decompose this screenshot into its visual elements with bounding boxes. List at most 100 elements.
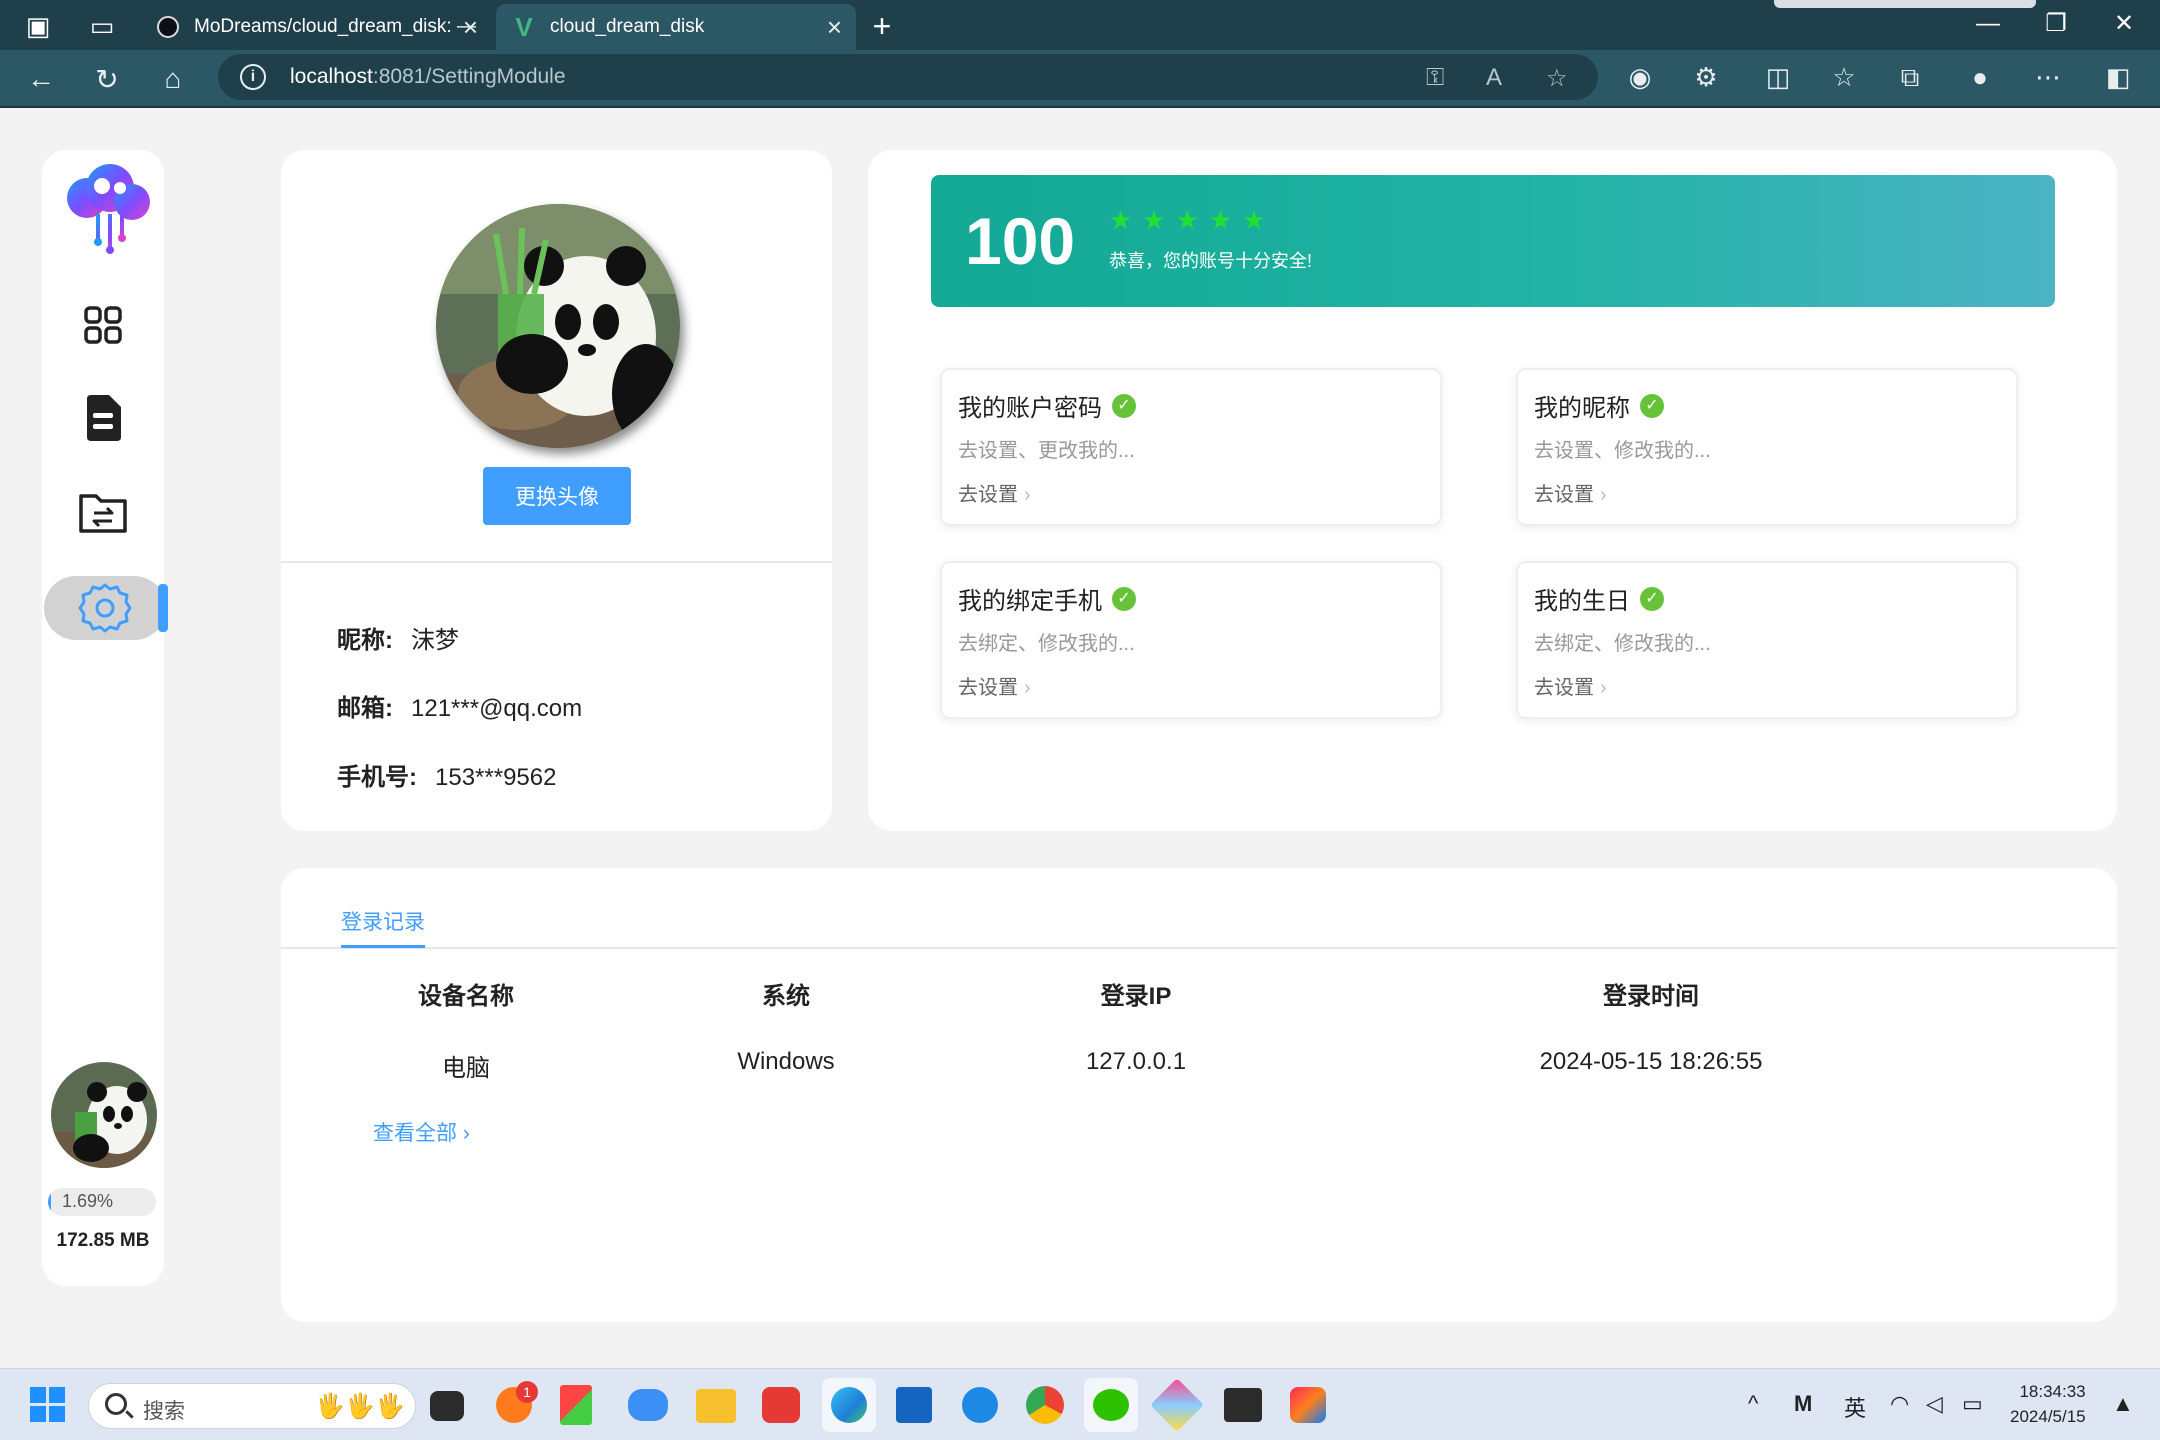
nickname-setting-card[interactable]: 我的昵称 ✓ 去设置、修改我的... 去设置 › xyxy=(1516,368,2018,526)
file-explorer-icon[interactable] xyxy=(696,1389,736,1423)
grid-icon xyxy=(84,306,122,344)
favorite-star-icon[interactable]: ☆ xyxy=(1546,64,1568,93)
workspaces-icon[interactable]: ▣ xyxy=(18,6,58,46)
chevron-up-icon[interactable]: ^ xyxy=(1748,1391,1758,1417)
security-score: 100 xyxy=(965,204,1076,278)
taskbar-search[interactable]: 搜索 🖐🖐🖐 xyxy=(88,1383,416,1429)
close-window-icon[interactable]: ✕ xyxy=(2094,4,2154,44)
go-setting-link[interactable]: 去设置 › xyxy=(958,671,1031,700)
cell-time: 2024-05-15 18:26:55 xyxy=(1539,1048,1763,1075)
profile-icon[interactable]: ● xyxy=(1962,62,1998,93)
new-tab-icon[interactable]: + xyxy=(862,6,902,46)
profile-card: 更换头像 昵称: 沫梦 邮箱: 121***@qq.com 手机号: 153***95… xyxy=(281,150,832,831)
phone-row: 手机号: 153***9562 xyxy=(337,757,556,792)
sourcetree-icon[interactable] xyxy=(1150,1378,1204,1432)
item-description: 去绑定、修改我的... xyxy=(958,633,1135,655)
terminal-icon[interactable] xyxy=(1224,1388,1262,1422)
go-setting-link[interactable]: 去设置 › xyxy=(1534,671,1607,700)
sidebar-item-settings[interactable] xyxy=(44,576,168,640)
intellij-icon[interactable] xyxy=(1290,1387,1326,1423)
url-text: localhost:8081/SettingModule xyxy=(290,65,566,88)
windows-start-icon[interactable] xyxy=(30,1387,66,1423)
store-bag-icon[interactable] xyxy=(896,1387,932,1423)
user-avatar[interactable] xyxy=(51,1062,157,1168)
go-setting-link[interactable]: 去设置 › xyxy=(1534,478,1607,507)
sidebar-item-dashboard[interactable] xyxy=(42,290,164,360)
phone-setting-card[interactable]: 我的绑定手机 ✓ 去绑定、修改我的... 去设置 › xyxy=(940,561,1442,719)
storage-usage-percent: 1.69% xyxy=(62,1191,114,1211)
header-ip: 登录IP xyxy=(1100,983,1172,1010)
phone-label: 手机号: xyxy=(337,764,417,791)
header-time: 登录时间 xyxy=(1603,983,1699,1010)
minimize-icon[interactable]: — xyxy=(1958,4,2018,44)
chevron-right-icon: › xyxy=(1024,677,1031,699)
favorites-icon[interactable]: ☆ xyxy=(1826,62,1862,93)
tab-actions-icon[interactable]: ▭ xyxy=(82,6,122,46)
url-field[interactable]: i localhost:8081/SettingModule ⚿ A ☆ xyxy=(218,54,1598,100)
copilot-icon[interactable]: ◉ xyxy=(1622,62,1658,93)
wifi-icon[interactable]: ◠ xyxy=(1890,1391,1909,1417)
cell-ip: 127.0.0.1 xyxy=(1085,1048,1187,1075)
microsoft-store-icon[interactable] xyxy=(560,1385,592,1425)
storage-usage-fill xyxy=(48,1188,51,1216)
ime-indicator[interactable]: 英 xyxy=(1844,1391,1866,1423)
phone-value: 153***9562 xyxy=(435,764,557,791)
header-system: 系统 xyxy=(762,983,810,1010)
home-icon[interactable]: ⌂ xyxy=(152,58,194,100)
tab-cloud-dream-disk[interactable]: V cloud_dream_disk × xyxy=(496,4,856,50)
chrome-icon[interactable] xyxy=(1026,1386,1064,1424)
collections-icon[interactable]: ⧉ xyxy=(1892,62,1928,94)
password-setting-card[interactable]: 我的账户密码 ✓ 去设置、更改我的... 去设置 › xyxy=(940,368,1442,526)
go-setting-link[interactable]: 去设置 › xyxy=(958,478,1031,507)
close-tab-icon[interactable]: × xyxy=(827,12,842,43)
edge-icon[interactable] xyxy=(822,1378,876,1432)
nickname-label: 昵称: xyxy=(337,627,393,654)
sidebar-item-documents[interactable] xyxy=(42,383,164,453)
key-icon[interactable]: ⚿ xyxy=(1426,64,1444,92)
vue-icon: V xyxy=(515,11,533,42)
login-records-card: 登录记录 设备名称 系统 登录IP 登录时间 电脑 Windows 127.0.… xyxy=(281,868,2117,1322)
back-icon[interactable]: ← xyxy=(20,58,62,100)
clock-time: 18:34:33 xyxy=(2019,1382,2086,1401)
split-screen-icon[interactable]: ◫ xyxy=(1760,62,1796,93)
more-icon[interactable]: ⋯ xyxy=(2030,62,2066,93)
tab-login-records[interactable]: 登录记录 xyxy=(341,906,425,936)
search-placeholder: 搜索 xyxy=(143,1400,185,1423)
task-view-icon[interactable] xyxy=(430,1391,464,1421)
item-title: 我的账户密码 xyxy=(958,395,1102,422)
notification-badge: 1 xyxy=(516,1381,538,1403)
item-title: 我的昵称 xyxy=(1534,395,1630,422)
close-tab-icon[interactable]: × xyxy=(463,12,478,43)
site-info-icon[interactable]: i xyxy=(240,64,266,90)
folder-transfer-icon xyxy=(79,494,127,533)
volume-icon[interactable]: ◁ xyxy=(1926,1391,1943,1417)
tab-github[interactable]: MoDreams/cloud_dream_disk: — × xyxy=(140,4,492,50)
read-aloud-icon[interactable]: A xyxy=(1486,64,1502,92)
sidebar-item-transfer[interactable] xyxy=(42,478,164,548)
item-title: 我的绑定手机 xyxy=(958,588,1102,615)
huawei-icon[interactable] xyxy=(762,1387,800,1423)
tray-app-icon[interactable]: M xyxy=(1794,1391,1812,1417)
wechat-icon[interactable] xyxy=(1084,1378,1138,1432)
item-description: 去绑定、修改我的... xyxy=(1534,633,1711,655)
check-circle-icon: ✓ xyxy=(1112,586,1136,611)
feishu-icon[interactable] xyxy=(962,1387,998,1423)
check-circle-icon: ✓ xyxy=(1112,393,1136,418)
clock-date: 2024/5/15 xyxy=(2010,1407,2086,1426)
sidebar: 1.69% 172.85 MB xyxy=(42,150,168,1286)
system-clock[interactable]: 18:34:33 2024/5/15 xyxy=(2010,1379,2086,1429)
birthday-setting-card[interactable]: 我的生日 ✓ 去绑定、修改我的... 去设置 › xyxy=(1516,561,2018,719)
change-avatar-button[interactable]: 更换头像 xyxy=(483,467,631,525)
view-all-link[interactable]: 查看全部 › xyxy=(373,1117,470,1147)
check-circle-icon: ✓ xyxy=(1640,393,1664,418)
sidebar-toggle-icon[interactable]: ◧ xyxy=(2100,62,2136,93)
reload-icon[interactable]: ↻ xyxy=(86,58,128,100)
restore-icon[interactable]: ❐ xyxy=(2026,4,2086,44)
extensions-icon[interactable]: ⚙ xyxy=(1688,62,1724,93)
email-label: 邮箱: xyxy=(337,695,393,722)
cloud-icon[interactable] xyxy=(628,1389,668,1421)
cloud-logo-icon xyxy=(67,164,150,254)
email-row: 邮箱: 121***@qq.com xyxy=(337,688,582,723)
battery-icon[interactable]: ▭ xyxy=(1962,1391,1983,1417)
notification-bell-icon[interactable]: ▲ xyxy=(2112,1391,2134,1417)
